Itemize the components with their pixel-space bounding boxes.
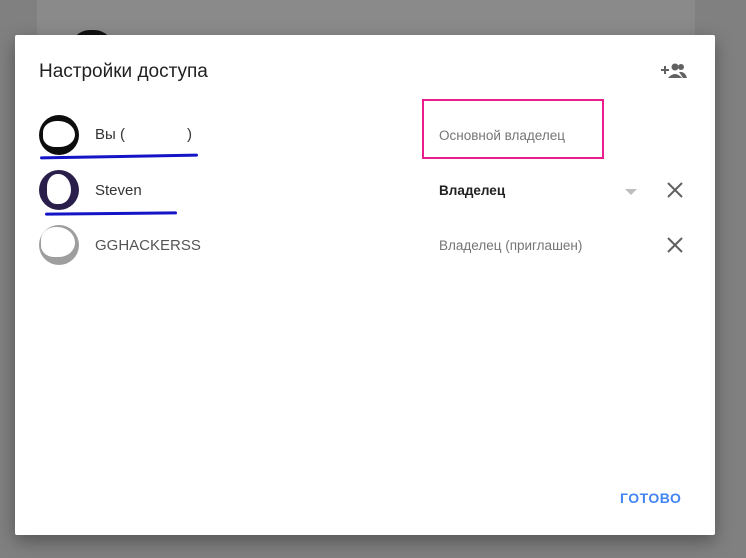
person-name: Steven <box>95 182 142 199</box>
avatar <box>39 115 79 155</box>
close-icon[interactable] <box>665 235 685 255</box>
person-add-icon[interactable] <box>660 61 688 81</box>
list-item-invited-owner: GGHACKERSS Владелец (приглашен) <box>15 219 715 271</box>
background-card <box>37 0 695 40</box>
person-role: Владелец (приглашен) <box>439 238 583 253</box>
annotation-highlight-box <box>422 99 604 159</box>
close-icon[interactable] <box>665 180 685 200</box>
person-name: GGHACKERSS <box>95 237 201 254</box>
dialog-title: Настройки доступа <box>39 61 208 82</box>
role-select[interactable]: Владелец <box>439 183 505 198</box>
avatar <box>39 170 79 210</box>
avatar <box>39 225 79 265</box>
list-item-owner-self: Вы () Основной владелец <box>15 109 715 161</box>
person-name: Вы () <box>95 126 192 143</box>
list-item-owner: Steven Владелец <box>15 164 715 216</box>
chevron-down-icon[interactable] <box>625 189 637 195</box>
sharing-settings-dialog: Настройки доступа Вы () Основной владеле… <box>15 35 715 535</box>
done-button[interactable]: ГОТОВО <box>620 490 681 506</box>
